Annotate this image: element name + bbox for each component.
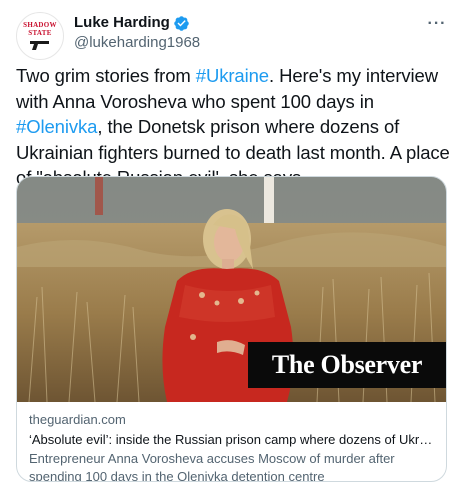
- author-handle[interactable]: @lukeharding1968: [74, 33, 200, 53]
- hashtag-ukraine-link[interactable]: #Ukraine: [196, 65, 269, 86]
- display-name[interactable]: Luke Harding: [74, 13, 170, 33]
- avatar[interactable]: SHADOW STATE: [16, 12, 64, 60]
- verified-badge-icon: [174, 15, 189, 31]
- ellipsis-icon: ···: [427, 15, 447, 32]
- hashtag-olenivka-link[interactable]: #Olenivka: [16, 116, 97, 137]
- card-meta: theguardian.com ‘Absolute evil’: inside …: [17, 402, 446, 482]
- gun-icon: [30, 40, 49, 50]
- tweet-text-part: Two grim stories from: [16, 65, 196, 86]
- card-title: ‘Absolute evil’: inside the Russian pris…: [29, 432, 436, 447]
- link-preview-card[interactable]: The Observer theguardian.com ‘Absolute e…: [16, 176, 447, 482]
- observer-logo-text: The Observer: [271, 350, 423, 379]
- avatar-text-line1: SHADOW: [23, 20, 57, 29]
- author-name-row: Luke Harding: [74, 13, 190, 33]
- avatar-text-line2: STATE: [28, 28, 52, 37]
- card-description: Entrepreneur Anna Vorosheva accuses Mosc…: [29, 451, 395, 482]
- more-options-button[interactable]: ···: [425, 12, 449, 36]
- card-domain: theguardian.com: [29, 412, 126, 427]
- tweet-text: Two grim stories from #Ukraine. Here's m…: [16, 63, 454, 191]
- card-image: The Observer: [17, 177, 446, 402]
- observer-logo: The Observer: [248, 342, 446, 388]
- tweet: SHADOW STATE Luke Harding @lukeharding19…: [0, 0, 463, 500]
